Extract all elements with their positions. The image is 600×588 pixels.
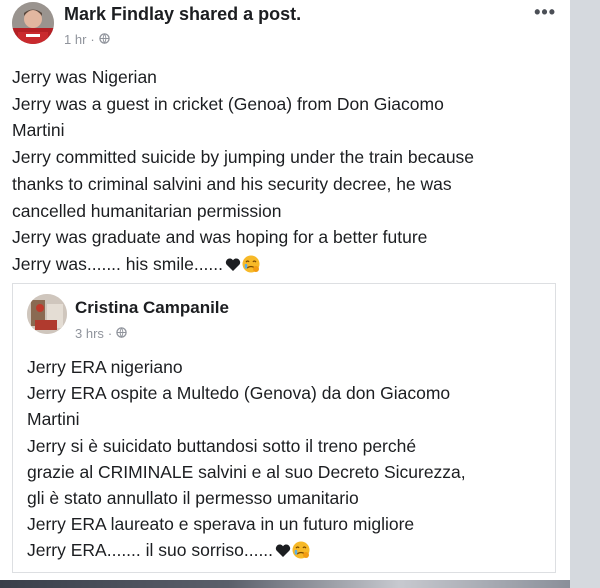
post-line: Jerry was Nigerian — [12, 67, 157, 87]
post-action: shared a post. — [179, 4, 302, 24]
shared-line: Jerry ERA nigeriano — [27, 357, 183, 377]
post-line: Jerry was a guest in cricket (Genoa) fro… — [12, 93, 444, 114]
scrollbar-track[interactable] — [570, 0, 600, 588]
post-line: Jerry committed suicide by jumping under… — [12, 147, 475, 168]
black-heart-icon — [225, 253, 241, 280]
shared-line-text: Jerry ERA....... il suo sorriso...... — [27, 540, 274, 561]
crying-face-icon — [291, 540, 311, 567]
page: Mark Findlay shared a post. 1 hr · ••• J… — [0, 0, 600, 588]
shared-post-meta: 3 hrs · — [75, 326, 127, 341]
shared-line: Martini — [27, 409, 80, 430]
shared-avatar-photo — [27, 294, 67, 334]
shared-line-last: Jerry ERA....... il suo sorriso...... — [27, 537, 547, 567]
shared-post-header: Cristina Campanile 3 hrs · — [27, 294, 527, 341]
shared-line: Jerry si è suicidato buttandosi sotto il… — [27, 435, 417, 456]
globe-icon[interactable] — [99, 32, 110, 47]
post-header: Mark Findlay shared a post. 1 hr · ••• — [12, 2, 562, 47]
shared-line: Jerry ERA laureato e sperava in un futur… — [27, 514, 415, 535]
post-line: cancelled humanitarian permission — [12, 200, 282, 221]
shared-post-card[interactable]: Cristina Campanile 3 hrs · Jerry ERA nig… — [12, 283, 556, 573]
author-avatar[interactable] — [12, 2, 54, 44]
post-meta: 1 hr · — [64, 32, 110, 47]
crying-face-icon — [241, 254, 261, 282]
post-body: Jerry was Nigerian Jerry was a guest in … — [12, 64, 552, 282]
post-author-line: Mark Findlay shared a post. — [64, 4, 301, 25]
meta-separator: · — [90, 32, 95, 47]
author-name[interactable]: Mark Findlay — [64, 4, 174, 24]
meta-separator: · — [107, 326, 113, 341]
shared-line: Jerry ERA ospite a Multedo (Genova) da d… — [27, 383, 451, 404]
globe-icon[interactable] — [116, 326, 127, 341]
next-post-edge — [0, 580, 570, 588]
avatar-photo — [12, 2, 54, 44]
post-line-text: Jerry was....... his smile...... — [12, 253, 224, 274]
more-options-button[interactable]: ••• — [534, 2, 556, 23]
post-line: thanks to criminal salvini and his secur… — [12, 173, 452, 194]
post-line: Jerry was graduate and was hoping for a … — [12, 227, 428, 248]
post-timestamp[interactable]: 1 hr — [64, 32, 86, 47]
shared-author-name[interactable]: Cristina Campanile — [75, 298, 229, 318]
post-line: Martini — [12, 120, 65, 141]
shared-line: gli è stato annullato il permesso umanit… — [27, 488, 359, 509]
shared-author-avatar[interactable] — [27, 294, 67, 334]
shared-post-timestamp[interactable]: 3 hrs — [75, 326, 104, 341]
black-heart-icon — [275, 539, 291, 565]
post-line-last: Jerry was....... his smile...... — [12, 251, 552, 282]
shared-line: grazie al CRIMINALE salvini e al suo Dec… — [27, 461, 466, 482]
feed-post: Mark Findlay shared a post. 1 hr · ••• J… — [0, 0, 570, 580]
shared-post-body: Jerry ERA nigeriano Jerry ERA ospite a M… — [27, 354, 547, 568]
